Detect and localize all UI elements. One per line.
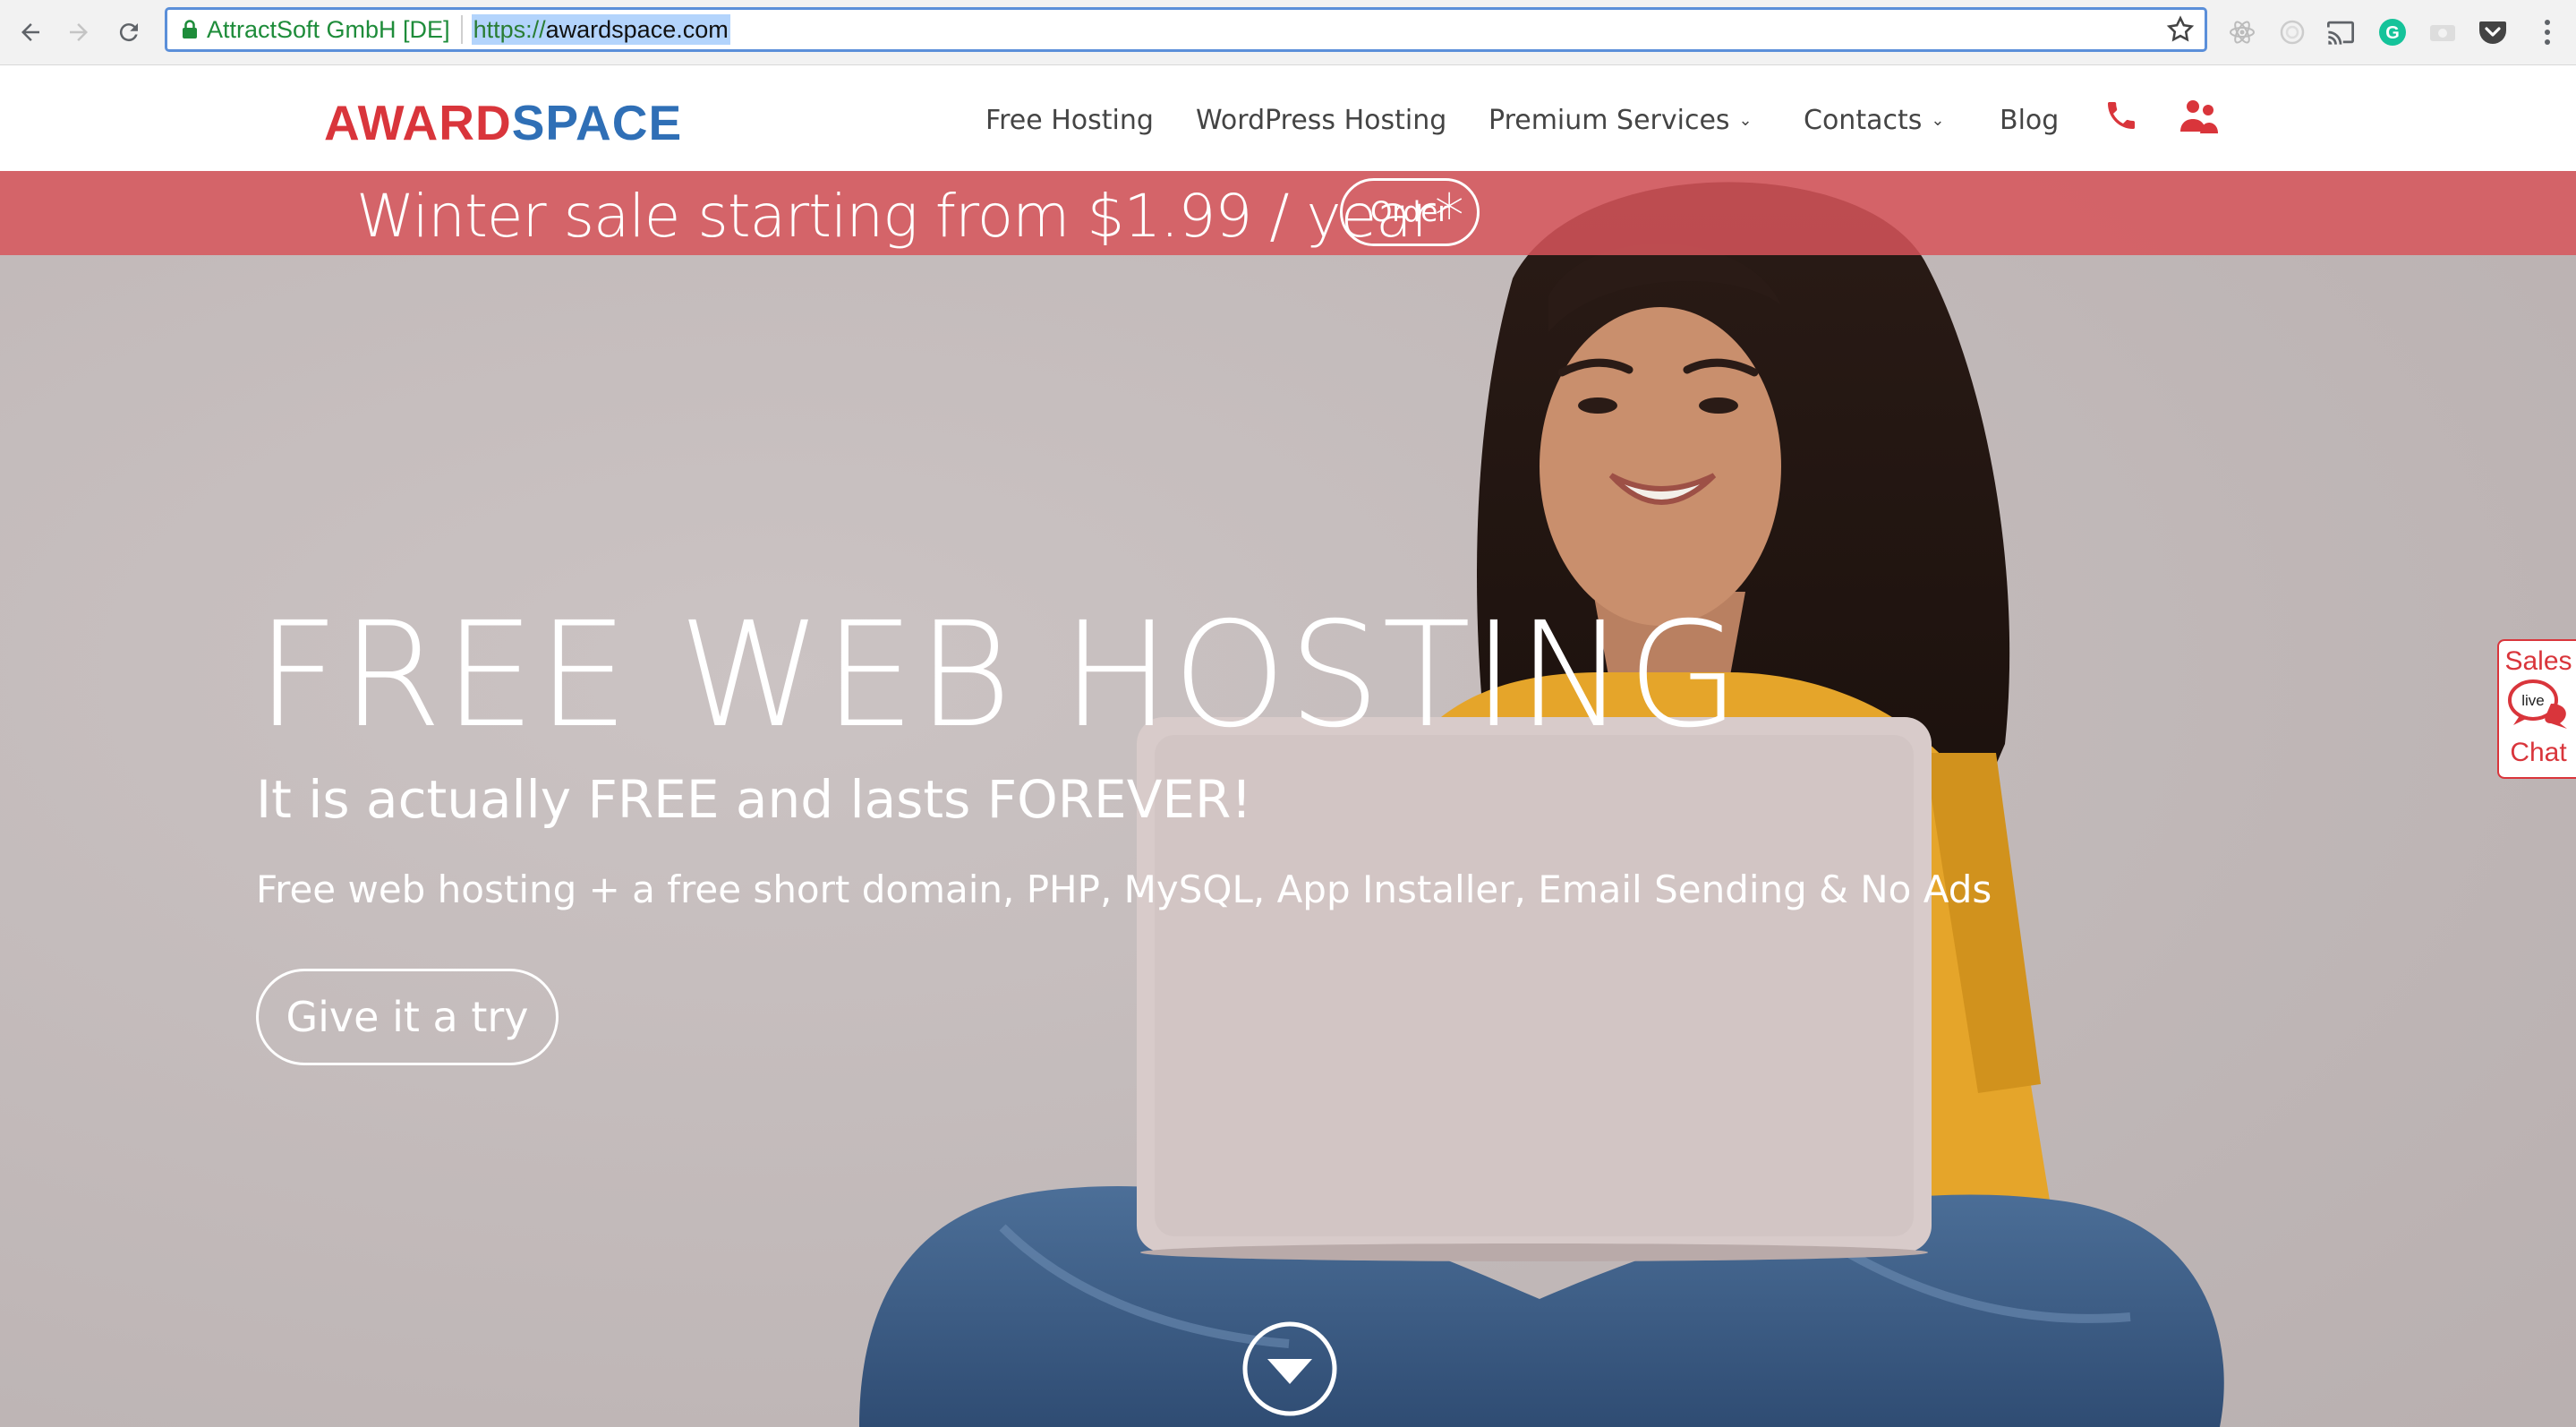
hero-subtitle: It is actually FREE and lasts FOREVER! [256, 769, 1252, 830]
nav-wordpress-hosting[interactable]: WordPress Hosting [1196, 105, 1446, 136]
browser-toolbar: AttractSoft GmbH [DE] https://awardspace… [0, 0, 2576, 65]
nav-blog-label: Blog [2000, 105, 2060, 136]
live-badge-text: live [2521, 692, 2545, 709]
chevron-down-icon: ⌄ [1738, 111, 1753, 130]
phone-icon[interactable] [2103, 98, 2139, 133]
bookmark-star-icon[interactable] [2165, 14, 2196, 45]
promo-text: Winter sale starting from $1.99 / year* [356, 182, 1464, 251]
hero-section: Winter sale starting from $1.99 / year* … [0, 171, 2576, 1427]
nav-contacts-label: Contacts [1804, 105, 1923, 136]
nav-premium-services[interactable]: Premium Services ⌄ [1488, 105, 1753, 136]
users-icon[interactable] [2179, 98, 2220, 135]
hero-description: Free web hosting + a free short domain, … [256, 867, 1992, 911]
address-bar[interactable]: AttractSoft GmbH [DE] https://awardspace… [165, 7, 2207, 52]
nav-contacts[interactable]: Contacts ⌄ [1804, 105, 1944, 136]
awardspace-logo[interactable]: AWARDSPACE [324, 94, 682, 151]
give-it-a-try-button[interactable]: Give it a try [256, 969, 559, 1065]
scroll-down-icon[interactable] [1241, 1320, 1339, 1418]
nav-free-hosting[interactable]: Free Hosting [985, 105, 1154, 136]
back-arrow-icon [21, 23, 39, 41]
nav-free-hosting-label: Free Hosting [985, 105, 1154, 136]
site-identity[interactable]: AttractSoft GmbH [DE] [207, 16, 450, 44]
extension-target-icon[interactable] [2273, 13, 2311, 51]
omnibox-separator [460, 15, 463, 44]
chat-bubble-icon: live [2508, 679, 2567, 729]
live-chat-chat-label: Chat [2510, 738, 2567, 767]
nav-premium-services-label: Premium Services [1488, 105, 1730, 136]
grammarly-icon[interactable]: G [2374, 13, 2411, 51]
url-host: awardspace.com [545, 16, 729, 43]
chevron-down-icon: ⌄ [1931, 111, 1945, 130]
nav-blog[interactable]: Blog [2000, 105, 2059, 136]
site-header: AWARDSPACE Free Hosting WordPress Hostin… [0, 65, 2576, 171]
sales-live-chat-widget[interactable]: Sales live Chat [2497, 639, 2576, 779]
url-text[interactable]: https://awardspace.com [471, 14, 730, 45]
extension-camera-icon[interactable] [2424, 13, 2461, 51]
order-button[interactable]: Order [1340, 178, 1480, 246]
cast-icon[interactable] [2322, 13, 2359, 51]
live-chat-sales-label: Sales [2504, 646, 2572, 676]
reload-icon [119, 23, 138, 42]
react-devtools-icon[interactable] [2223, 13, 2261, 51]
logo-space: SPACE [511, 95, 683, 150]
forward-button[interactable] [59, 13, 98, 52]
nav-wordpress-hosting-label: WordPress Hosting [1196, 105, 1447, 136]
forward-arrow-icon [70, 23, 88, 41]
reload-button[interactable] [109, 13, 149, 52]
back-button[interactable] [11, 13, 50, 52]
promo-banner: Winter sale starting from $1.99 / year* … [0, 171, 2576, 255]
pocket-icon[interactable] [2474, 13, 2512, 51]
hero-title: FREE WEB HOSTING [256, 592, 1742, 760]
logo-award: AWARD [324, 95, 512, 150]
lock-icon [183, 20, 197, 38]
url-scheme: https:// [473, 16, 546, 43]
browser-menu-icon[interactable] [2529, 13, 2565, 52]
svg-text:G: G [2385, 23, 2400, 43]
